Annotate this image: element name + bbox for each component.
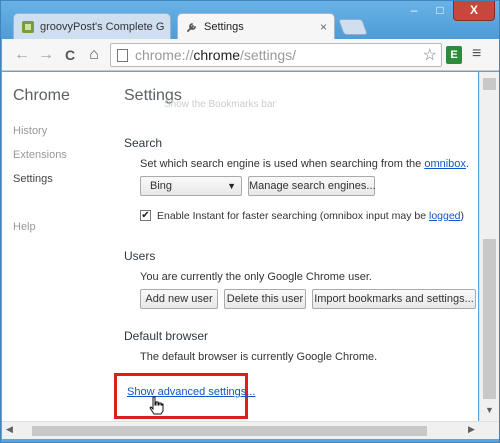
- vertical-scroll-track[interactable]: [483, 239, 496, 399]
- instant-checkbox[interactable]: ✔: [140, 210, 151, 221]
- forward-arrow-icon[interactable]: →: [36, 45, 56, 65]
- title-bar: groovyPost's Complete G Settings × – □ X: [1, 1, 499, 39]
- tab-groovypost[interactable]: groovyPost's Complete G: [13, 13, 171, 39]
- window-controls: – □ X: [401, 1, 495, 23]
- manage-search-engines-button[interactable]: Manage search engines...: [248, 176, 376, 196]
- search-engine-select[interactable]: Bing ▼: [140, 176, 242, 196]
- sidebar-item-extensions[interactable]: Extensions: [13, 149, 67, 161]
- tab-label: Settings: [204, 21, 244, 33]
- search-description: Set which search engine is used when sea…: [140, 158, 469, 170]
- chevron-down-icon: ▼: [227, 181, 236, 191]
- vertical-scroll-thumb[interactable]: [483, 78, 496, 90]
- browser-window: groovyPost's Complete G Settings × – □ X…: [0, 0, 500, 443]
- minimize-button[interactable]: –: [401, 1, 427, 21]
- maximize-button[interactable]: □: [427, 1, 453, 21]
- tab-settings[interactable]: Settings ×: [177, 13, 335, 39]
- users-section-title: Users: [124, 249, 156, 263]
- sidebar-item-history[interactable]: History: [13, 125, 47, 137]
- back-arrow-icon[interactable]: ←: [12, 45, 32, 65]
- omnibox-link[interactable]: omnibox: [424, 158, 466, 170]
- vertical-scrollbar[interactable]: ▲ ▼: [479, 72, 499, 421]
- close-tab-icon[interactable]: ×: [320, 14, 327, 39]
- horizontal-scrollbar[interactable]: ◀ ▶: [2, 421, 499, 439]
- scroll-right-arrow-icon[interactable]: ▶: [468, 424, 475, 435]
- add-new-user-button[interactable]: Add new user: [140, 289, 218, 309]
- settings-content: Settings Show the Bookmarks bar Search S…: [124, 72, 476, 421]
- reload-icon[interactable]: C: [60, 45, 80, 65]
- sidebar: Chrome History Extensions Settings Help: [2, 72, 112, 421]
- logged-link[interactable]: logged: [429, 210, 461, 222]
- tab-label: groovyPost's Complete G: [40, 21, 165, 33]
- bookmark-star-icon[interactable]: ☆: [423, 45, 437, 65]
- settings-page: Chrome History Extensions Settings Help …: [2, 72, 478, 421]
- sidebar-title: Chrome: [13, 87, 70, 104]
- default-browser-section-title: Default browser: [124, 329, 209, 343]
- horizontal-scroll-thumb[interactable]: [32, 426, 427, 436]
- sidebar-item-settings[interactable]: Settings: [13, 173, 53, 185]
- close-window-button[interactable]: X: [453, 1, 495, 21]
- extension-icon[interactable]: E: [446, 46, 462, 64]
- sidebar-item-help[interactable]: Help: [13, 221, 36, 233]
- faded-bookmarks-bar-text: Show the Bookmarks bar: [164, 99, 276, 110]
- instant-label: Enable Instant for faster searching (omn…: [157, 210, 465, 222]
- import-bookmarks-button[interactable]: Import bookmarks and settings...: [312, 289, 476, 309]
- browser-toolbar: ← → C ⌂ chrome://chrome/settings/ ☆ E ≡: [2, 39, 499, 71]
- address-bar[interactable]: chrome://chrome/settings/ ☆: [110, 43, 442, 67]
- wrench-icon: [187, 23, 196, 32]
- groovypost-favicon-icon: [22, 21, 34, 33]
- url-text: chrome://chrome/settings/: [135, 47, 297, 63]
- hand-pointer-icon: [149, 396, 164, 415]
- chrome-menu-icon[interactable]: ≡: [472, 45, 481, 63]
- users-description: You are currently the only Google Chrome…: [140, 271, 372, 283]
- scroll-left-arrow-icon[interactable]: ◀: [6, 424, 13, 435]
- new-tab-button[interactable]: [338, 19, 368, 35]
- default-browser-description: The default browser is currently Google …: [140, 351, 378, 363]
- search-section-title: Search: [124, 136, 163, 150]
- delete-user-button[interactable]: Delete this user: [224, 289, 306, 309]
- page-document-icon: [117, 49, 128, 62]
- scroll-down-arrow-icon[interactable]: ▼: [485, 405, 494, 415]
- home-icon[interactable]: ⌂: [84, 45, 104, 65]
